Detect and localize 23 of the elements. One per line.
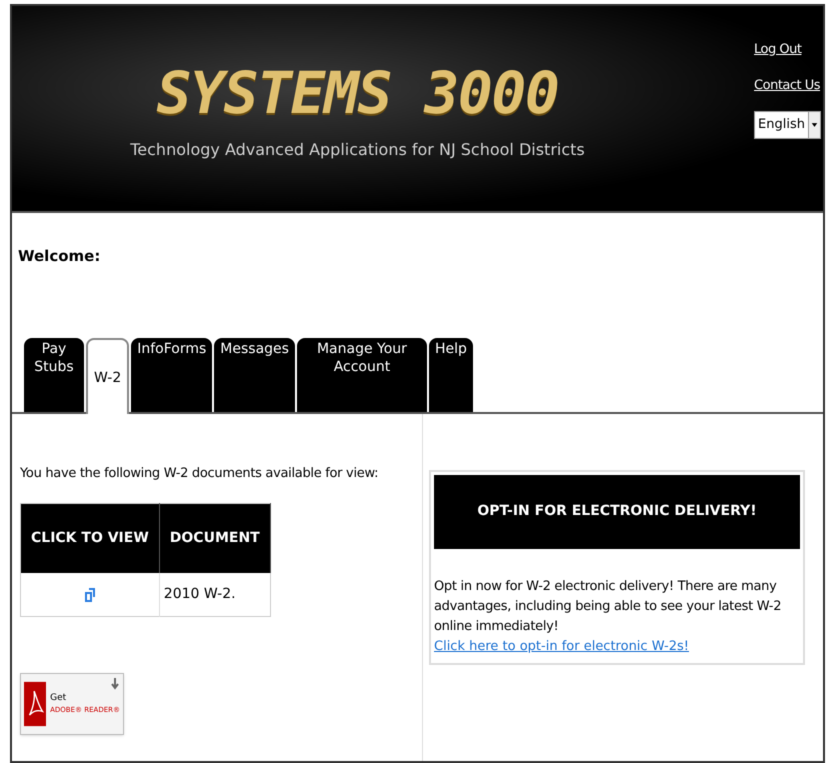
tab[interactable]: W-2 <box>86 338 130 414</box>
tab[interactable]: Messages <box>214 338 295 412</box>
tab[interactable]: Pay Stubs <box>24 338 84 412</box>
external-link-icon[interactable] <box>84 586 96 603</box>
tab[interactable]: InfoForms <box>131 338 212 412</box>
opt-in-text: Opt in now for W-2 electronic delivery! There are many advantages, including being able to see your latest W-2 online immediately! <box>434 578 782 636</box>
header-link[interactable]: Contact Us <box>754 76 820 95</box>
download-arrow-icon <box>111 678 119 690</box>
badge-text: Get <box>50 692 68 704</box>
logo: SYSTEMS 3000 <box>156 64 558 122</box>
opt-in-link[interactable]: Click here to opt-in for electronic W-2s! <box>434 636 800 656</box>
intro-text: You have the following W-2 documents available for view: <box>20 464 380 482</box>
table-cell: 2010 W-2. <box>159 572 270 616</box>
header-link[interactable]: Log Out <box>754 40 802 60</box>
welcome-text: Welcome: <box>18 246 102 267</box>
column-header: DOCUMENT <box>159 504 270 572</box>
language-select[interactable]: English <box>754 111 821 139</box>
tagline: Technology Advanced Applications for NJ School Districts <box>130 139 585 161</box>
tab[interactable]: Manage Your Account <box>296 338 427 412</box>
tab[interactable]: Help <box>428 338 473 412</box>
column-header: CLICK TO VIEW <box>20 504 160 572</box>
pdf-icon <box>24 680 46 728</box>
panel-title: OPT-IN FOR ELECTRONIC DELIVERY! <box>434 474 800 548</box>
